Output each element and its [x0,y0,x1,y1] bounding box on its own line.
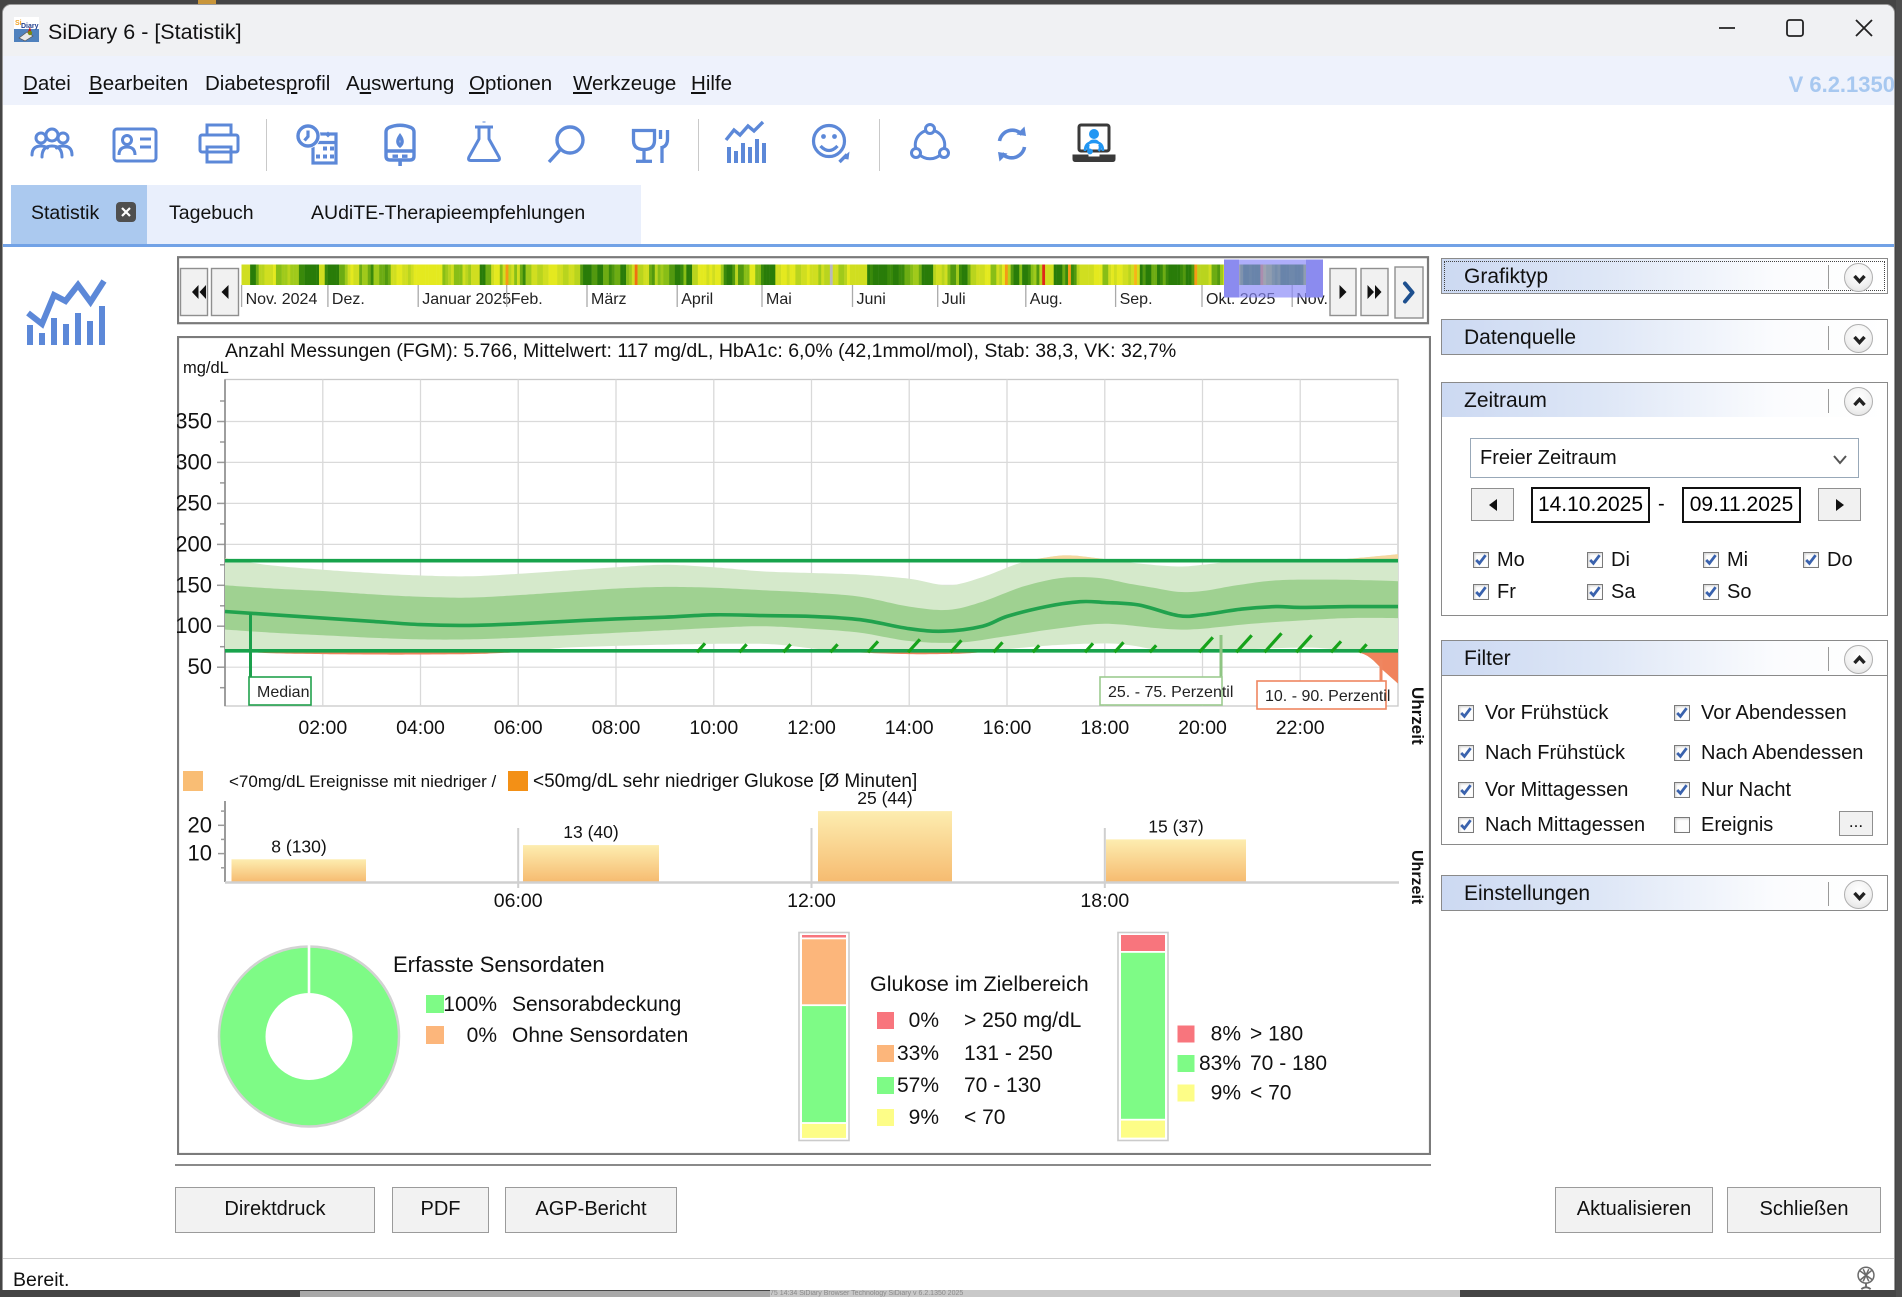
svg-text:Uhrzeit: Uhrzeit [1408,687,1427,745]
svg-text:> 180: > 180 [1250,1023,1303,1046]
svg-text:18:00: 18:00 [1080,890,1129,912]
svg-text:9%: 9% [909,1106,939,1129]
svg-text:70 - 180: 70 - 180 [1250,1052,1327,1075]
svg-text:Juni: Juni [857,291,886,308]
svg-text:8%: 8% [1211,1023,1241,1046]
svg-text:< 70: < 70 [1250,1082,1291,1105]
svg-text:Erfasste Sensordaten: Erfasste Sensordaten [393,952,605,977]
svg-text:10: 10 [188,841,212,866]
svg-text:50: 50 [188,654,212,679]
svg-text:200: 200 [177,531,212,556]
svg-text:70 - 130: 70 - 130 [964,1074,1041,1097]
svg-text:08:00: 08:00 [592,717,641,739]
svg-text:Uhrzeit: Uhrzeit [1408,850,1425,905]
svg-text:Feb.: Feb. [511,291,543,308]
svg-text:350: 350 [177,409,212,434]
svg-text:Januar 2025: Januar 2025 [422,291,511,308]
svg-text:16:00: 16:00 [983,717,1032,739]
svg-text:250: 250 [177,490,212,515]
svg-text:9%: 9% [1211,1082,1241,1105]
svg-text:22:00: 22:00 [1276,717,1325,739]
svg-text:25. - 75. Perzentil: 25. - 75. Perzentil [1108,684,1233,701]
svg-text:Anzahl Messungen (FGM): 5.766,: Anzahl Messungen (FGM): 5.766, Mittelwer… [225,340,1176,362]
svg-text:10:00: 10:00 [689,717,738,739]
svg-text:20:00: 20:00 [1178,717,1227,739]
svg-text:18:00: 18:00 [1080,717,1129,739]
svg-text:04:00: 04:00 [396,717,445,739]
svg-text:Sep.: Sep. [1120,291,1153,308]
svg-text:33%: 33% [897,1042,939,1065]
svg-text:mg/dL: mg/dL [183,359,229,377]
svg-text:Dez.: Dez. [332,291,365,308]
svg-text:8 (130): 8 (130) [271,836,326,856]
svg-text:Glukose im Zielbereich: Glukose im Zielbereich [870,972,1089,996]
svg-text:12:00: 12:00 [787,890,836,912]
svg-text:<70mg/dL Ereignisse mit niedri: <70mg/dL Ereignisse mit niedriger / [229,772,497,791]
svg-text:0%: 0% [909,1009,939,1032]
svg-text:150: 150 [177,572,212,597]
svg-text:0%: 0% [467,1024,497,1047]
svg-text:< 70: < 70 [964,1106,1005,1129]
svg-text:06:00: 06:00 [494,717,543,739]
svg-text:Aug.: Aug. [1030,291,1063,308]
svg-text:Juli: Juli [942,291,966,308]
svg-text:100%: 100% [443,993,497,1016]
svg-text:Nov. 2024: Nov. 2024 [246,291,318,308]
svg-text:131 - 250: 131 - 250 [964,1042,1053,1065]
svg-text:20: 20 [188,812,212,837]
svg-text:Ohne Sensordaten: Ohne Sensordaten [512,1024,688,1047]
svg-text:100: 100 [177,613,212,638]
svg-text:06:00: 06:00 [494,890,543,912]
svg-text:02:00: 02:00 [298,717,347,739]
svg-text:300: 300 [177,449,212,474]
svg-text:12:00: 12:00 [787,717,836,739]
svg-text:14:00: 14:00 [885,717,934,739]
svg-text:April: April [681,291,713,308]
svg-text:15 (37): 15 (37) [1148,816,1203,836]
svg-text:März: März [591,291,627,308]
svg-text:57%: 57% [897,1074,939,1097]
svg-text:Mai: Mai [766,291,792,308]
svg-text:> 250 mg/dL: > 250 mg/dL [964,1009,1081,1032]
svg-text:25 (44): 25 (44) [857,788,912,808]
svg-text:Median: Median [257,684,309,701]
svg-text:83%: 83% [1199,1052,1241,1075]
svg-text:Sensorabdeckung: Sensorabdeckung [512,993,681,1016]
svg-text:13 (40): 13 (40) [563,822,618,842]
svg-text:10. - 90. Perzentil: 10. - 90. Perzentil [1265,688,1390,705]
